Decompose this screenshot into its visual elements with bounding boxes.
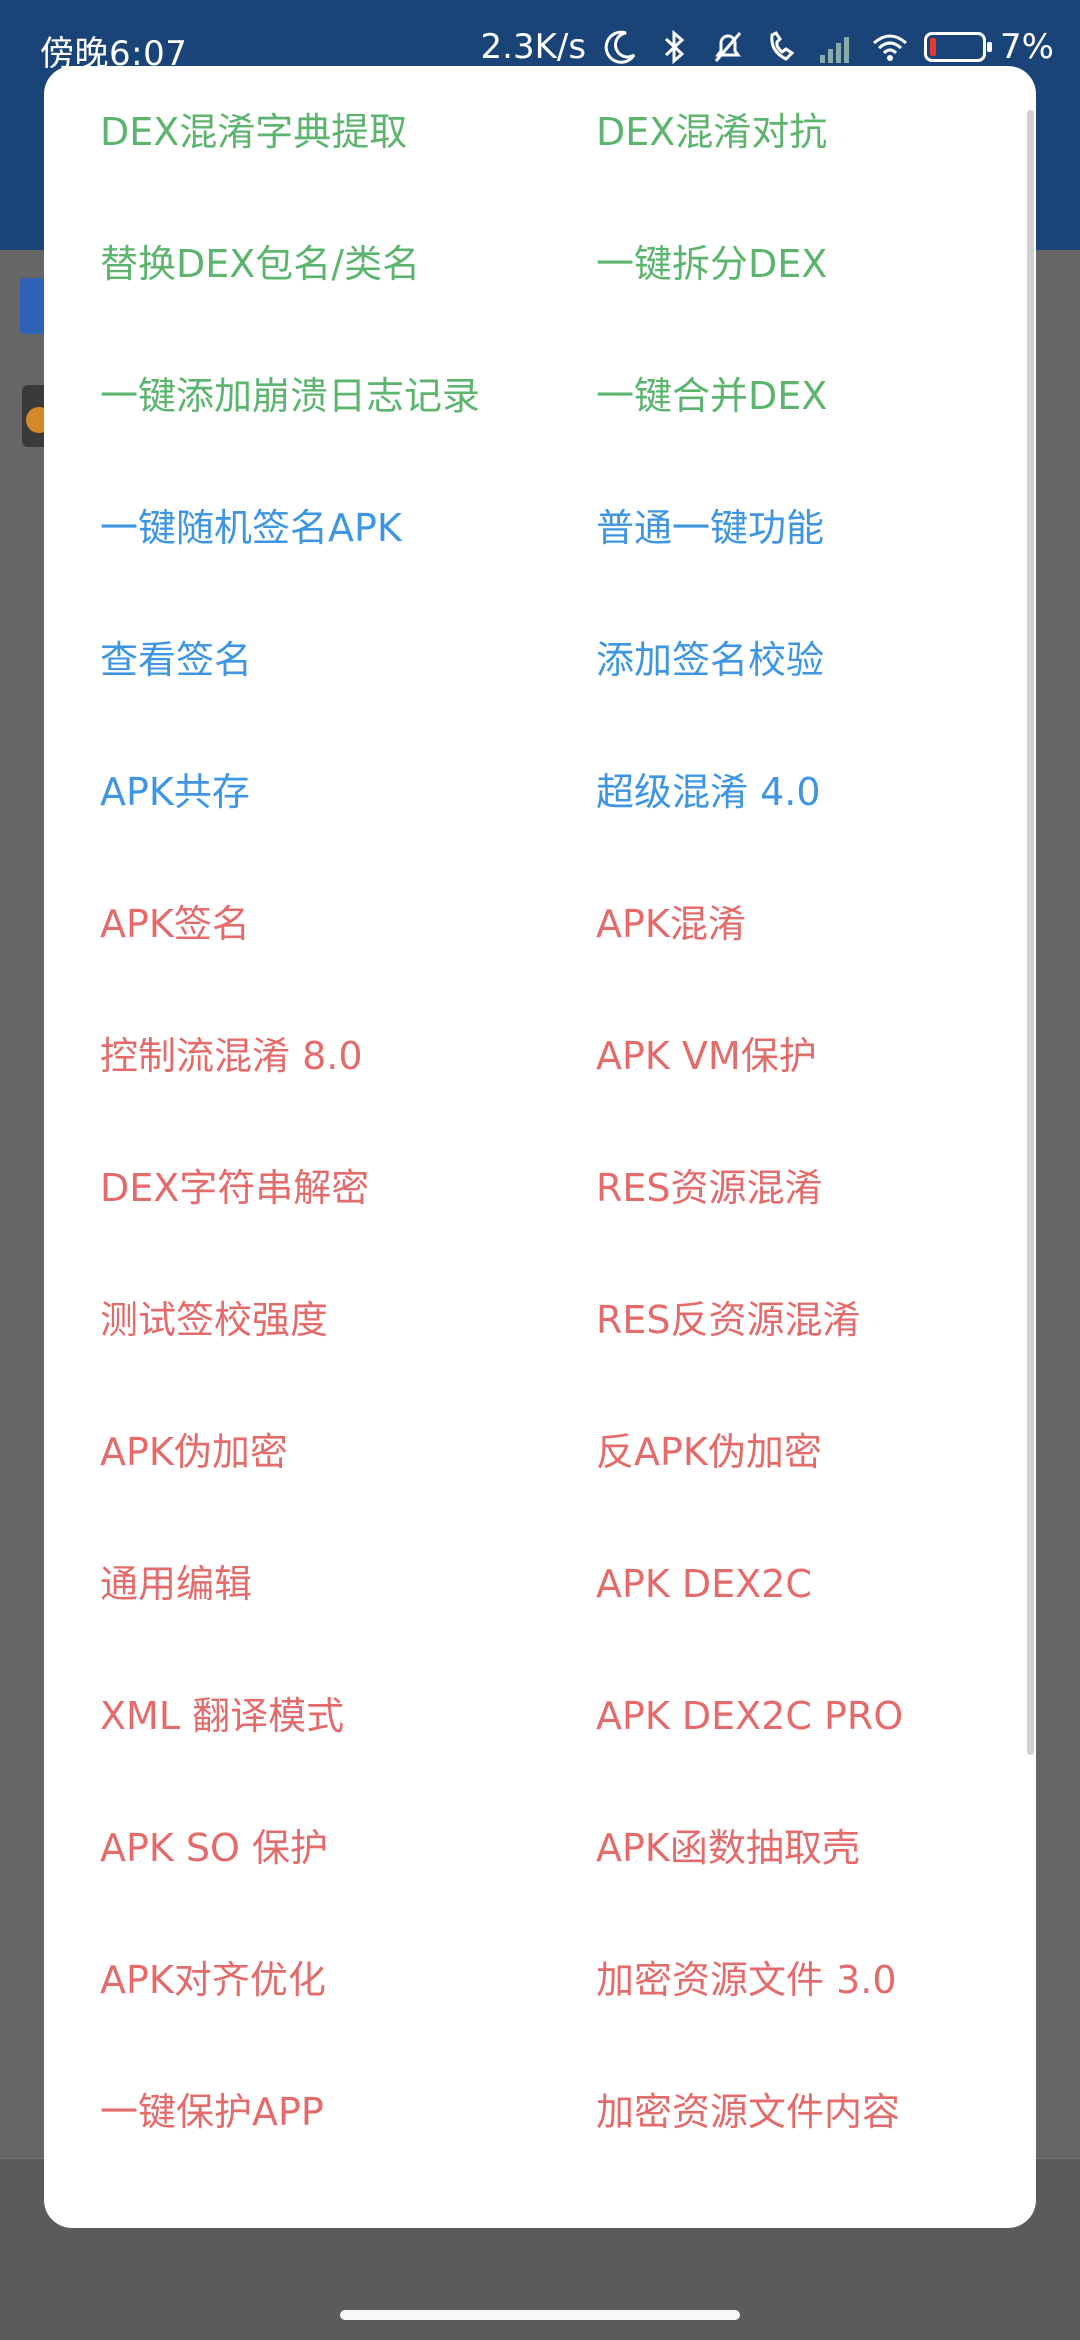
bell-off-icon <box>714 32 742 62</box>
moon-icon <box>604 30 636 64</box>
battery-percent: 7% <box>1000 27 1054 67</box>
menu-item-apk-pseudo-encrypt[interactable]: APK伪加密 <box>100 1386 540 1518</box>
menu-row: DEX混淆字典提取 DEX混淆对抗 <box>44 66 1036 198</box>
home-indicator[interactable] <box>340 2310 740 2320</box>
menu-item-dex-obfuscation-counter[interactable]: DEX混淆对抗 <box>596 66 1016 198</box>
menu-item-apk-dex2c[interactable]: APK DEX2C <box>596 1518 1016 1650</box>
menu-item-common-one-click[interactable]: 普通一键功能 <box>596 462 1016 594</box>
menu-item-add-crash-log[interactable]: 一键添加崩溃日志记录 <box>100 330 540 462</box>
menu-row: 查看签名 添加签名校验 <box>44 594 1036 726</box>
menu-item-dex-dict-extract[interactable]: DEX混淆字典提取 <box>100 66 540 198</box>
menu-item-test-signature-strength[interactable]: 测试签校强度 <box>100 1254 540 1386</box>
menu-item-encrypt-resource-files[interactable]: 加密资源文件 3.0 <box>596 1914 1016 2046</box>
menu-row: 一键随机签名APK 普通一键功能 <box>44 462 1036 594</box>
menu-item-general-edit[interactable]: 通用编辑 <box>100 1518 540 1650</box>
menu-row: 测试签校强度 RES反资源混淆 <box>44 1254 1036 1386</box>
menu-row: 通用编辑 APK DEX2C <box>44 1518 1036 1650</box>
menu-item-encrypt-resource-content[interactable]: 加密资源文件内容 <box>596 2046 1016 2178</box>
menu-item-apk-so-protect[interactable]: APK SO 保护 <box>100 1782 540 1914</box>
battery-icon <box>924 32 993 62</box>
menu-row: APK签名 APK混淆 <box>44 858 1036 990</box>
menu-row: 替换DEX包名/类名 一键拆分DEX <box>44 198 1036 330</box>
menu-item-one-click-protect[interactable]: 一键保护APP <box>100 2046 540 2178</box>
menu-item-apk-obfuscate[interactable]: APK混淆 <box>596 858 1016 990</box>
network-speed: 2.3K/s <box>480 27 587 67</box>
menu-item-anti-pseudo-encrypt[interactable]: 反APK伪加密 <box>596 1386 1016 1518</box>
menu-item-apk-vm-protect[interactable]: APK VM保护 <box>596 990 1016 1122</box>
menu-item-dex-string-decrypt[interactable]: DEX字符串解密 <box>100 1122 540 1254</box>
menu-row: DEX字符串解密 RES资源混淆 <box>44 1122 1036 1254</box>
menu-row: APK共存 超级混淆 4.0 <box>44 726 1036 858</box>
function-menu-dialog: DEX混淆字典提取 DEX混淆对抗 替换DEX包名/类名 一键拆分DEX 一键添… <box>44 66 1036 2228</box>
menu-row: 一键添加崩溃日志记录 一键合并DEX <box>44 330 1036 462</box>
menu-row: APK对齐优化 加密资源文件 3.0 <box>44 1914 1036 2046</box>
menu-row: APK SO 保护 APK函数抽取壳 <box>44 1782 1036 1914</box>
menu-item-apk-align[interactable]: APK对齐优化 <box>100 1914 540 2046</box>
menu-item-apk-sign[interactable]: APK签名 <box>100 858 540 990</box>
menu-row: 控制流混淆 8.0 APK VM保护 <box>44 990 1036 1122</box>
menu-item-xml-translate[interactable]: XML 翻译模式 <box>100 1650 540 1782</box>
menu-item-view-signature[interactable]: 查看签名 <box>100 594 540 726</box>
menu-item-apk-function-extract[interactable]: APK函数抽取壳 <box>596 1782 1016 1914</box>
phone-icon <box>770 31 795 61</box>
menu-item-replace-dex-package[interactable]: 替换DEX包名/类名 <box>100 198 540 330</box>
menu-item-apk-dex2c-pro[interactable]: APK DEX2C PRO <box>596 1650 1016 1782</box>
menu-item-random-sign-apk[interactable]: 一键随机签名APK <box>100 462 540 594</box>
menu-row: XML 翻译模式 APK DEX2C PRO <box>44 1650 1036 1782</box>
status-icons: 2.3K/s 7% <box>481 22 1055 72</box>
bluetooth-icon <box>665 29 685 65</box>
menu-item-add-signature-check[interactable]: 添加签名校验 <box>596 594 1016 726</box>
menu-row: 一键保护APP 加密资源文件内容 <box>44 2046 1036 2178</box>
dialog-scrollbar[interactable] <box>1027 110 1034 1755</box>
menu-item-res-obfuscate[interactable]: RES资源混淆 <box>596 1122 1016 1254</box>
menu-item-control-flow-obfuscation[interactable]: 控制流混淆 8.0 <box>100 990 540 1122</box>
menu-item-merge-dex[interactable]: 一键合并DEX <box>596 330 1016 462</box>
menu-item-apk-coexist[interactable]: APK共存 <box>100 726 540 858</box>
menu-item-super-obfuscation[interactable]: 超级混淆 4.0 <box>596 726 1016 858</box>
menu-row: APK伪加密 反APK伪加密 <box>44 1386 1036 1518</box>
menu-item-split-dex[interactable]: 一键拆分DEX <box>596 198 1016 330</box>
signal-icon <box>820 37 850 63</box>
wifi-icon <box>873 34 908 61</box>
menu-item-res-deobfuscate[interactable]: RES反资源混淆 <box>596 1254 1016 1386</box>
